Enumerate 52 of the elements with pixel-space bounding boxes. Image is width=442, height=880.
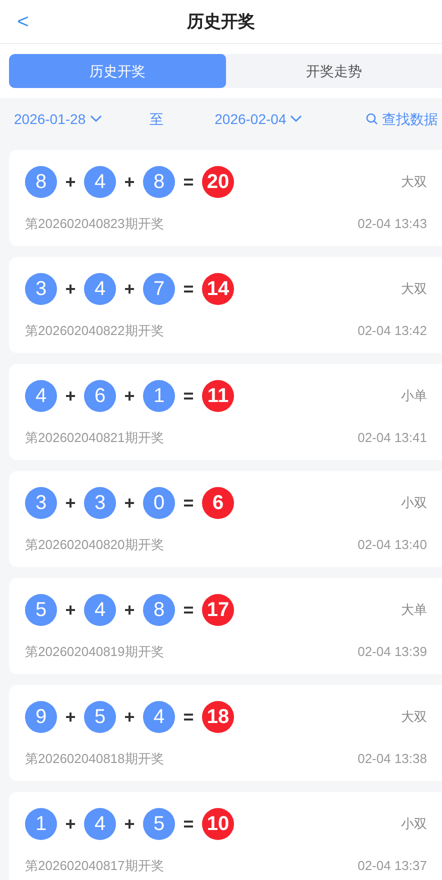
issue-text: 第202602040817期开奖 [25, 857, 164, 875]
date-picker[interactable]: 2026-01-28 [14, 108, 102, 130]
result-label: 小单 [401, 387, 427, 406]
result-label: 大单 [401, 601, 427, 620]
draw-time: 02-04 13:40 [358, 536, 427, 554]
result-label: 小双 [401, 815, 427, 834]
operator-text: + [64, 598, 77, 622]
operator-text: = [182, 170, 195, 194]
draw-time: 02-04 13:41 [358, 429, 427, 447]
operator-text: + [123, 706, 136, 728]
result-label: 小双 [401, 494, 427, 512]
operator-text: = [182, 706, 195, 728]
operator-text: = [182, 598, 195, 622]
operator-text: = [182, 812, 195, 836]
result-label: 大双 [401, 708, 427, 726]
search-icon [366, 113, 378, 125]
date-picker[interactable]: 2026-02-04 [214, 108, 302, 130]
separator-text: 至 [150, 110, 164, 128]
issue-text: 第202602040822期开奖 [25, 322, 164, 340]
tab[interactable]: 历史开奖 [9, 54, 226, 88]
issue-text: 第202602040823期开奖 [25, 215, 164, 233]
operator-text: + [123, 278, 136, 300]
operator-text: = [182, 384, 195, 408]
operator-text: + [64, 278, 77, 300]
operator-text: + [64, 170, 77, 194]
draw-time: 02-04 13:37 [358, 857, 427, 875]
issue-text: 第202602040818期开奖 [25, 750, 164, 768]
operator-text: + [123, 384, 136, 408]
draw-time: 02-04 13:39 [358, 643, 427, 661]
operator-text: + [64, 706, 77, 728]
back-button[interactable]: < [12, 10, 34, 34]
operator-text: + [123, 812, 136, 836]
operator-text: + [123, 598, 136, 622]
result-label: 大双 [401, 280, 427, 298]
operator-text: + [64, 384, 77, 408]
page-title: 历史开奖 [187, 10, 255, 33]
draw-time: 02-04 13:42 [358, 322, 427, 340]
operator-text: + [64, 812, 77, 836]
issue-text: 第202602040821期开奖 [25, 429, 164, 447]
draw-time: 02-04 13:38 [358, 750, 427, 768]
issue-text: 第202602040820期开奖 [25, 536, 164, 554]
operator-text: = [182, 278, 195, 300]
operator-text: + [123, 492, 136, 514]
draw-time: 02-04 13:43 [358, 215, 427, 233]
operator-text: + [123, 170, 136, 194]
operator-text: + [64, 492, 77, 514]
chevron-down-icon [290, 115, 302, 123]
result-label: 大双 [401, 173, 427, 192]
search-button[interactable]: 查找数据 [366, 108, 438, 130]
operator-text: = [182, 492, 195, 514]
chevron-down-icon [90, 115, 102, 123]
issue-text: 第202602040819期开奖 [25, 643, 164, 661]
